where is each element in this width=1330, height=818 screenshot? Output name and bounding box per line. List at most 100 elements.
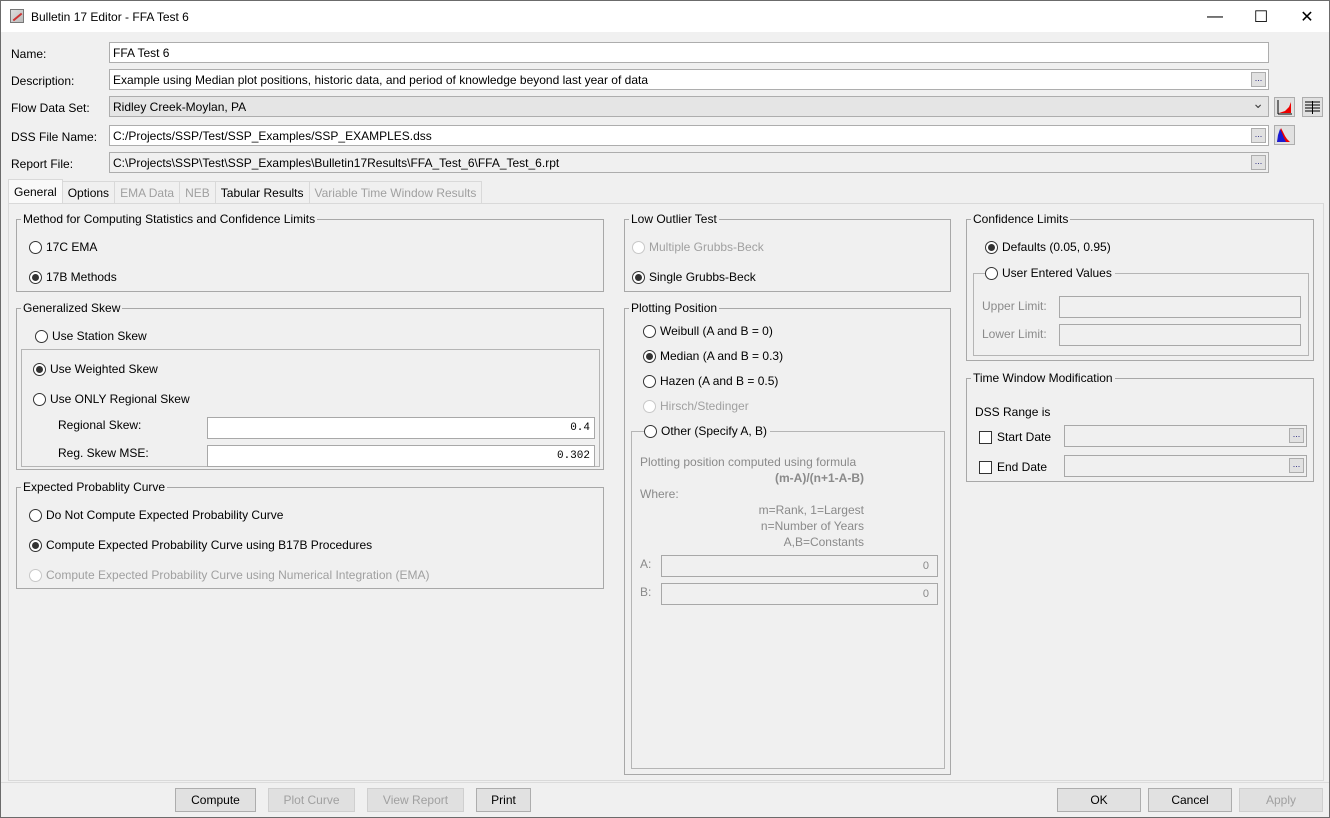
tab-options[interactable]: Options: [61, 181, 116, 203]
radio-indicator: [985, 266, 998, 280]
plot-frequency-curve-button[interactable]: [1274, 97, 1295, 117]
apply-button: Apply: [1239, 788, 1323, 812]
radio-compute-expected-b17b[interactable]: Compute Expected Probability Curve using…: [29, 538, 372, 552]
time-window-title: Time Window Modification: [971, 371, 1115, 385]
radio-indicator: [29, 538, 42, 552]
formula-intro-text: Plotting position computed using formula: [640, 455, 857, 469]
radio-label: Use ONLY Regional Skew: [50, 392, 190, 406]
radio-indicator: [33, 392, 46, 406]
histogram-icon: [1277, 128, 1290, 142]
radio-defaults[interactable]: Defaults (0.05, 0.95): [985, 240, 1111, 254]
expected-probability-title: Expected Probablity Curve: [21, 480, 168, 494]
skew-subgroup: Use Weighted Skew Use ONLY Regional Skew…: [21, 349, 600, 467]
end-date-checkbox[interactable]: End Date: [979, 460, 1047, 474]
time-window-group: Time Window Modification DSS Range is St…: [966, 371, 1314, 482]
radio-indicator: [29, 508, 42, 522]
formula-text: (m-A)/(n+1-A-B): [775, 471, 864, 485]
radio-median[interactable]: Median (A and B = 0.3): [643, 349, 783, 363]
radio-label: Multiple Grubbs-Beck: [649, 240, 764, 254]
lower-limit-label: Lower Limit:: [982, 327, 1047, 341]
lower-limit-input: [1059, 324, 1301, 346]
tab-tabular-results[interactable]: Tabular Results: [214, 181, 310, 203]
regional-skew-label: Regional Skew:: [58, 418, 142, 432]
window-title: Bulletin 17 Editor - FFA Test 6: [31, 10, 189, 24]
dss-file-name-input[interactable]: C:/Projects/SSP/Test/SSP_Examples/SSP_EX…: [109, 125, 1269, 146]
radio-label: Do Not Compute Expected Probability Curv…: [46, 508, 284, 522]
cancel-button[interactable]: Cancel: [1148, 788, 1232, 812]
radio-indicator: [643, 399, 656, 413]
radio-label: 17B Methods: [46, 270, 117, 284]
definition-ab: A,B=Constants: [783, 535, 864, 549]
start-date-checkbox[interactable]: Start Date: [979, 430, 1051, 444]
table-icon: [1305, 101, 1320, 114]
radio-label: Compute Expected Probability Curve using…: [46, 568, 430, 582]
app-icon: [10, 9, 24, 23]
plot-curve-button: Plot Curve: [268, 788, 355, 812]
checkbox-indicator: [979, 430, 992, 444]
radio-multiple-grubbs-beck: Multiple Grubbs-Beck: [632, 240, 764, 254]
description-text: Example using Median plot positions, his…: [113, 73, 648, 87]
radio-hazen[interactable]: Hazen (A and B = 0.5): [643, 374, 778, 388]
maximize-button[interactable]: ☐: [1238, 1, 1284, 32]
minimize-button[interactable]: —: [1192, 1, 1238, 32]
radio-weibull[interactable]: Weibull (A and B = 0): [643, 324, 773, 338]
dss-file-name-text: C:/Projects/SSP/Test/SSP_Examples/SSP_EX…: [113, 129, 432, 143]
upper-limit-input: [1059, 296, 1301, 318]
radio-label: Weibull (A and B = 0): [660, 324, 773, 338]
frequency-curve-icon: [1277, 100, 1292, 115]
radio-do-not-compute-expected[interactable]: Do Not Compute Expected Probability Curv…: [29, 508, 283, 522]
method-group: Method for Computing Statistics and Conf…: [16, 212, 604, 292]
radio-use-weighted-skew[interactable]: Use Weighted Skew: [33, 362, 158, 376]
low-outlier-test-group: Low Outlier Test Multiple Grubbs-Beck Si…: [624, 212, 951, 292]
report-browse-button[interactable]: ...: [1251, 155, 1266, 170]
radio-indicator: [632, 240, 645, 254]
radio-label: User Entered Values: [1002, 266, 1112, 280]
tab-bar: General Options EMA Data NEB Tabular Res…: [8, 179, 483, 203]
where-text: Where:: [640, 487, 679, 501]
dss-data-plot-button[interactable]: [1274, 125, 1295, 145]
upper-limit-label: Upper Limit:: [982, 299, 1047, 313]
description-input[interactable]: Example using Median plot positions, his…: [109, 69, 1269, 90]
name-label: Name:: [11, 47, 47, 61]
flow-data-set-select[interactable]: Ridley Creek-Moylan, PA ⌄: [109, 96, 1269, 117]
tab-general[interactable]: General: [8, 179, 63, 203]
radio-user-entered-values[interactable]: User Entered Values: [985, 266, 1115, 280]
checkbox-label: Start Date: [997, 430, 1052, 444]
name-input[interactable]: FFA Test 6: [109, 42, 1269, 63]
radio-indicator: [33, 362, 46, 376]
start-date-browse-button: ...: [1289, 428, 1304, 443]
table-view-button[interactable]: [1302, 97, 1323, 117]
plotting-position-group: Plotting Position Weibull (A and B = 0) …: [624, 301, 951, 775]
reg-skew-mse-input[interactable]: 0.302: [207, 445, 595, 467]
a-label: A:: [640, 557, 652, 571]
radio-indicator: [644, 424, 657, 438]
end-date-browse-button: ...: [1289, 458, 1304, 473]
radio-17b-methods[interactable]: 17B Methods: [29, 270, 117, 284]
other-plotting-subgroup: Other (Specify A, B) Plotting position c…: [631, 424, 945, 769]
dss-browse-button[interactable]: ...: [1251, 128, 1266, 143]
print-button[interactable]: Print: [476, 788, 531, 812]
ok-button[interactable]: OK: [1057, 788, 1141, 812]
description-browse-button[interactable]: ...: [1251, 72, 1266, 87]
report-file-input[interactable]: C:\Projects\SSP\Test\SSP_Examples\Bullet…: [109, 152, 1269, 173]
footer-separator: [1, 782, 1329, 783]
confidence-limits-title: Confidence Limits: [971, 212, 1071, 226]
radio-indicator: [29, 270, 42, 284]
bulletin17-editor-window: Bulletin 17 Editor - FFA Test 6 — ☐ ✕ Na…: [0, 0, 1330, 818]
close-button[interactable]: ✕: [1284, 1, 1330, 32]
low-outlier-test-title: Low Outlier Test: [629, 212, 719, 226]
confidence-limits-group: Confidence Limits Defaults (0.05, 0.95) …: [966, 212, 1314, 361]
radio-single-grubbs-beck[interactable]: Single Grubbs-Beck: [632, 270, 756, 284]
radio-other-specify-ab[interactable]: Other (Specify A, B): [644, 424, 771, 438]
generalized-skew-group: Generalized Skew Use Station Skew Use We…: [16, 301, 604, 470]
report-file-text: C:\Projects\SSP\Test\SSP_Examples\Bullet…: [113, 156, 560, 170]
start-date-input: ...: [1064, 425, 1307, 447]
radio-indicator: [29, 568, 42, 582]
compute-button[interactable]: Compute: [175, 788, 256, 812]
regional-skew-input[interactable]: 0.4: [207, 417, 595, 439]
radio-use-only-regional-skew[interactable]: Use ONLY Regional Skew: [33, 392, 190, 406]
radio-17c-ema[interactable]: 17C EMA: [29, 240, 97, 254]
radio-use-station-skew[interactable]: Use Station Skew: [35, 329, 147, 343]
a-input: 0: [661, 555, 938, 577]
radio-indicator: [643, 374, 656, 388]
